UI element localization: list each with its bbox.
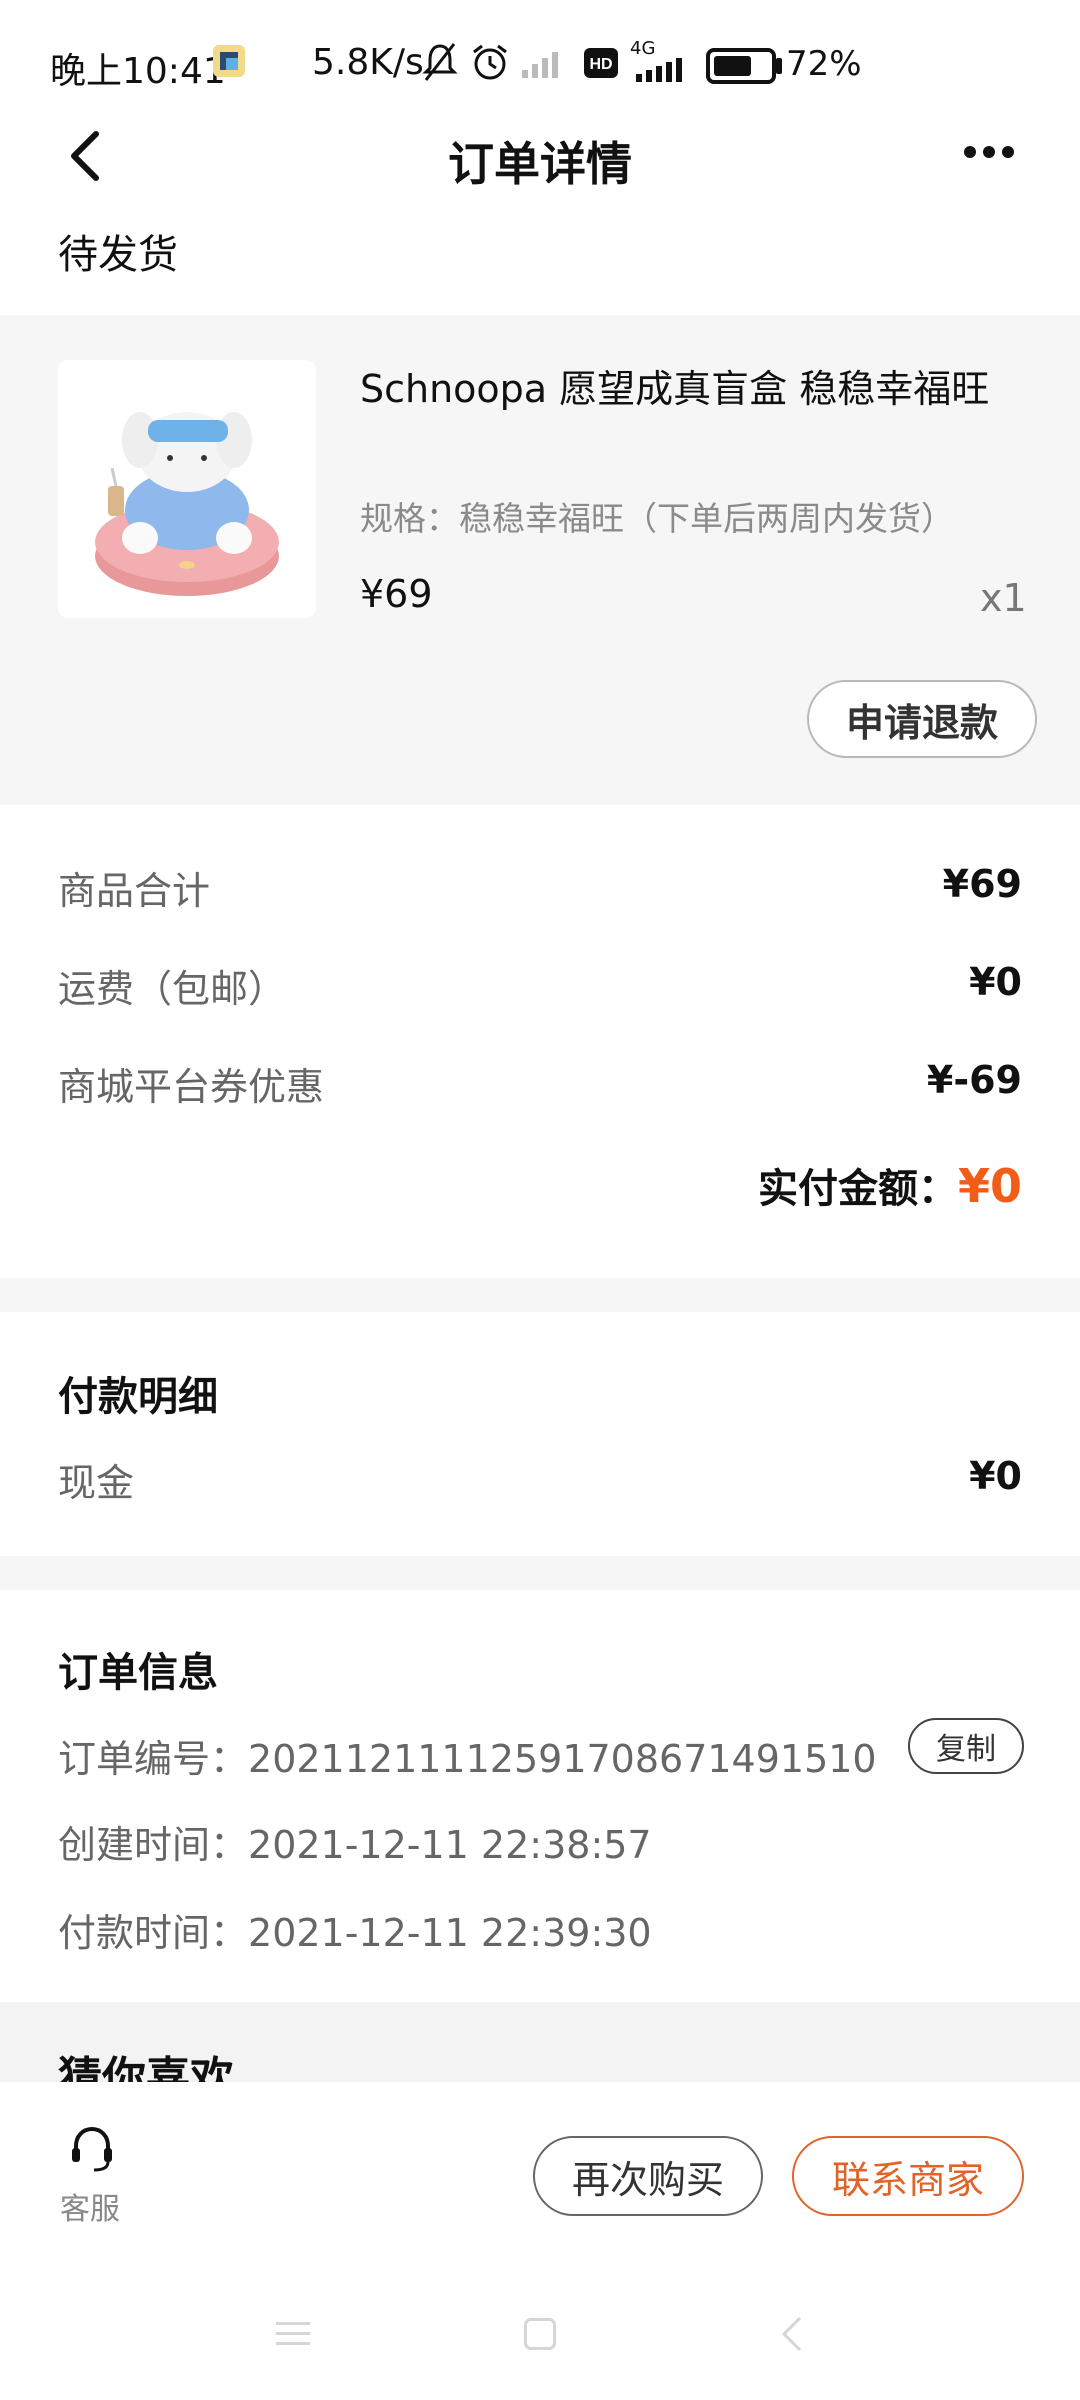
headset-icon[interactable] [66,2122,118,2174]
network-type: 4G [630,38,656,59]
buy-again-button[interactable]: 再次购买 [533,2136,763,2216]
svg-text:HD: HD [589,56,612,73]
coupon-label: 商城平台券优惠 [58,1065,325,1109]
menu-icon[interactable] [276,2320,310,2348]
product-price: ¥69 [360,572,433,616]
subtotal-value: ¥69 [942,862,1022,906]
battery-tip [776,58,782,74]
network-speed: 5.8K/s [312,42,424,83]
product-figure-image [95,412,279,596]
product-spec: 规格：稳稳幸福旺（下单后两周内发货） [360,499,954,538]
customer-service-label[interactable]: 客服 [60,2184,120,2228]
created-time-label: 创建时间： [58,1823,249,1867]
order-number: 订单编号：20211211112591708671491510 [58,1728,877,1783]
coupon-value: ¥-69 [926,1058,1022,1102]
paid-value: ¥0 [957,1159,1022,1213]
paid-label: 实付金额： [757,1166,958,1212]
paid-time-label: 付款时间： [58,1911,249,1955]
battery-level [714,56,751,76]
section-divider [0,1278,1080,1312]
product-thumbnail[interactable] [58,360,316,618]
alarm-icon [473,44,507,80]
recommend-title: 猜你喜欢 [58,2053,234,2082]
paid-time: 付款时间：2021-12-11 22:39:30 [58,1902,652,1957]
copy-button[interactable]: 复制 [908,1718,1024,1774]
order-status: 待发货 [58,232,178,278]
cellular-signal-icon [636,58,682,82]
system-nav-bar [0,2234,1080,2400]
paid-time-value: 2021-12-11 22:39:30 [248,1911,652,1955]
payment-amount: ¥0 [969,1454,1022,1498]
recommend-section: 猜你喜欢 [0,2002,1080,2082]
shipping-value: ¥0 [969,960,1022,1004]
section-divider [0,1556,1080,1590]
product-name[interactable]: Schnoopa 愿望成真盲盒 稳稳幸福旺 [360,358,989,413]
mute-bell-icon [422,43,458,81]
order-number-value: 20211211112591708671491510 [248,1737,877,1781]
hd-icon: HD [584,48,618,78]
payment-method: 现金 [58,1461,135,1505]
page-title: 订单详情 [448,137,632,191]
created-time-value: 2021-12-11 22:38:57 [248,1823,652,1867]
payment-detail-title: 付款明细 [58,1374,218,1420]
subtotal-label: 商品合计 [58,869,211,913]
home-icon[interactable] [524,2318,556,2350]
contact-seller-button[interactable]: 联系商家 [792,2136,1024,2216]
created-time: 创建时间：2021-12-11 22:38:57 [58,1814,652,1869]
back-triangle-icon[interactable] [778,2314,806,2354]
order-info-title: 订单信息 [58,1650,218,1696]
battery-icon [706,48,776,84]
shipping-label: 运费（包邮） [58,967,287,1011]
order-number-label: 订单编号： [58,1737,249,1781]
refund-button[interactable]: 申请退款 [807,680,1037,758]
product-quantity: x1 [980,576,1027,620]
status-bar: 晚上10:41 5.8K/s HD 4G 72% [0,0,1080,120]
app-notification-icon [213,45,245,77]
status-time: 晚上10:41 [50,51,226,92]
more-dots-icon[interactable] [962,142,1016,162]
wifi-signal-weak-icon [522,52,558,78]
paid-total: 实付金额：¥0 [758,1156,1022,1214]
battery-percent: 72% [786,44,862,84]
